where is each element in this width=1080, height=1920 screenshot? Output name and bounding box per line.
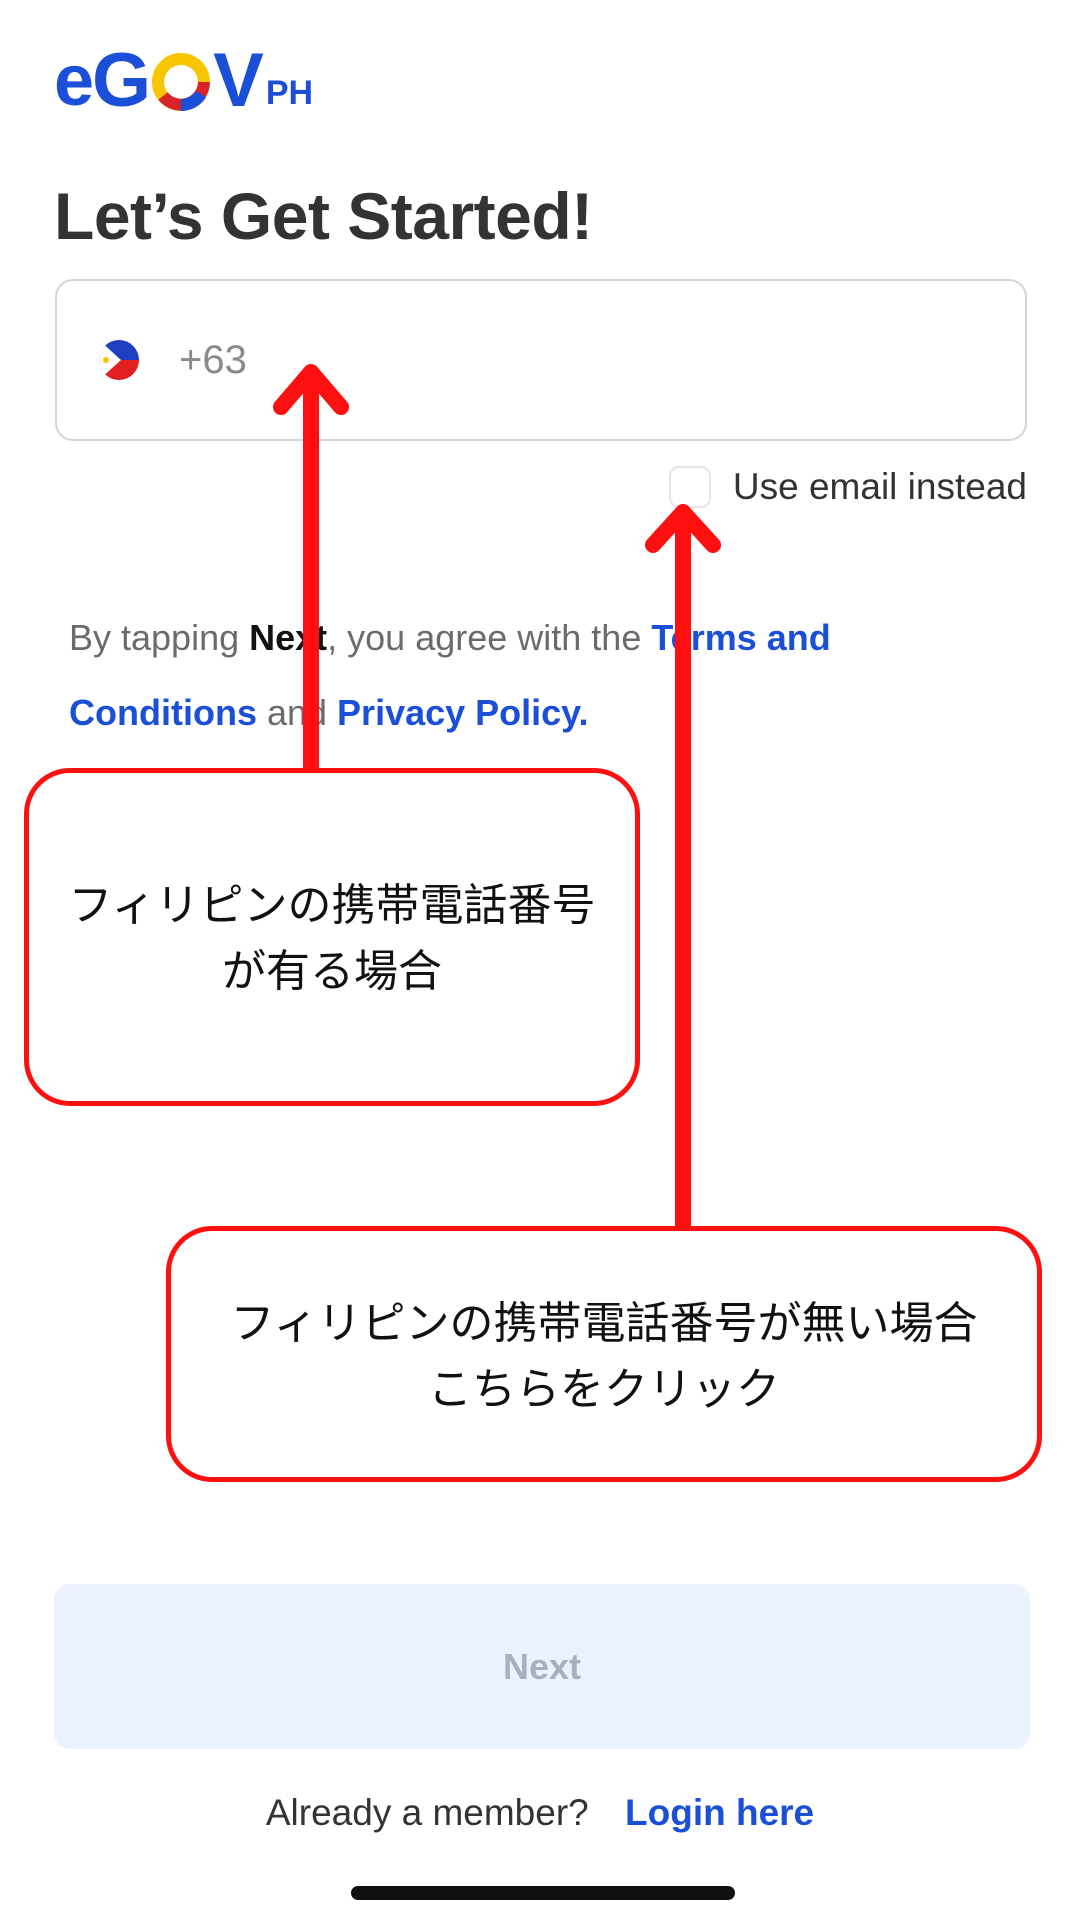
login-here-link[interactable]: Login here <box>625 1792 814 1833</box>
annotation-callout-has-ph-number: フィリピンの携帯電話番号 が有る場合 <box>24 768 640 1106</box>
privacy-policy-link[interactable]: Privacy Policy. <box>337 692 589 733</box>
use-email-label[interactable]: Use email instead <box>733 466 1027 508</box>
home-indicator <box>351 1886 735 1900</box>
egov-ph-logo: e G V PH <box>54 38 314 123</box>
terms-and: and <box>256 692 338 733</box>
page-title: Let’s Get Started! <box>54 179 593 253</box>
next-button[interactable]: Next <box>54 1584 1030 1749</box>
annotation-callout-no-ph-number: フィリピンの携帯電話番号が無い場合 こちらをクリック <box>166 1226 1042 1482</box>
annotation-callout-text: フィリピンの携帯電話番号が無い場合 こちらをクリック <box>230 1298 978 1415</box>
logo-letter-g: G <box>92 38 151 123</box>
logo-o-ring-icon <box>152 53 211 111</box>
logo-ph: PH <box>265 74 314 112</box>
terms-notice: By tapping Next, you agree with the Term… <box>69 600 969 750</box>
terms-prefix: By tapping <box>69 617 250 658</box>
already-member-text: Already a member? <box>265 1792 589 1833</box>
annotation-callout-text: フィリピンの携帯電話番号 が有る場合 <box>68 880 596 997</box>
phone-number-field[interactable] <box>55 279 1027 441</box>
login-prompt: Already a member? Login here <box>0 1792 1080 1834</box>
logo-letter-v: V <box>213 38 264 123</box>
terms-middle: , you agree with the <box>327 617 652 658</box>
use-email-checkbox[interactable] <box>668 466 711 508</box>
phone-number-input[interactable] <box>177 336 881 384</box>
philippines-flag-icon[interactable] <box>99 340 139 380</box>
logo-letter-e: e <box>54 41 94 121</box>
terms-next-word: Next <box>249 617 328 658</box>
use-email-toggle[interactable]: Use email instead <box>668 466 1027 508</box>
